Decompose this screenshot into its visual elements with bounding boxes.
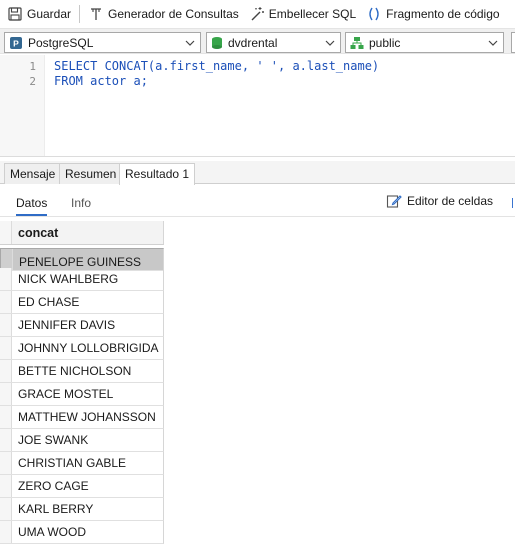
code-line[interactable]: FROM actor a; bbox=[54, 74, 148, 88]
line-number: 1 bbox=[29, 60, 36, 73]
partial-control-edge bbox=[511, 32, 515, 53]
row-header[interactable] bbox=[0, 521, 12, 543]
database-value: dvdrental bbox=[228, 35, 278, 50]
row-header[interactable] bbox=[1, 249, 13, 270]
subtab-label: Datos bbox=[16, 196, 48, 210]
row-header[interactable] bbox=[0, 337, 12, 359]
save-button[interactable]: Guardar bbox=[4, 3, 74, 25]
row-header[interactable] bbox=[0, 291, 12, 313]
table-row[interactable]: BETTE NICHOLSON bbox=[0, 360, 164, 383]
table-row[interactable]: KARL BERRY bbox=[0, 498, 164, 521]
connection-selector-bar: P PostgreSQL dvdrental public bbox=[0, 28, 515, 54]
database-icon bbox=[212, 36, 222, 49]
table-row[interactable]: JENNIFER DAVIS bbox=[0, 314, 164, 337]
chevron-down-icon bbox=[185, 40, 195, 46]
table-cell[interactable]: MATTHEW JOHANSSON bbox=[18, 410, 156, 424]
toolbar-divider bbox=[79, 5, 81, 23]
table-cell[interactable]: NICK WAHLBERG bbox=[18, 272, 118, 286]
svg-text:P: P bbox=[13, 38, 19, 48]
connection-value: PostgreSQL bbox=[28, 35, 94, 50]
beautify-sql-label: Embellecer SQL bbox=[268, 7, 357, 21]
row-header[interactable] bbox=[0, 475, 12, 497]
subtab-datos[interactable]: Datos bbox=[16, 196, 48, 216]
subtab-label: Info bbox=[71, 196, 92, 210]
schema-value: public bbox=[369, 35, 401, 50]
tab-resumen[interactable]: Resumen bbox=[59, 163, 123, 184]
tab-label: Resultado 1 bbox=[125, 167, 190, 181]
schema-icon bbox=[350, 36, 364, 49]
column-header-concat[interactable]: concat bbox=[0, 221, 164, 245]
save-icon bbox=[8, 7, 22, 21]
row-header[interactable] bbox=[0, 383, 12, 405]
table-row[interactable]: MATTHEW JOHANSSON bbox=[0, 406, 164, 429]
row-header[interactable] bbox=[0, 360, 12, 382]
row-header[interactable] bbox=[0, 429, 12, 451]
beautify-sql-button[interactable]: Embellecer SQL bbox=[246, 3, 359, 25]
code-line[interactable]: SELECT CONCAT(a.first_name, ' ', a.last_… bbox=[54, 59, 379, 73]
code-snippet-button[interactable]: Fragmento de código bbox=[363, 3, 502, 25]
table-cell[interactable]: BETTE NICHOLSON bbox=[18, 364, 131, 378]
save-label: Guardar bbox=[27, 7, 72, 21]
row-header[interactable] bbox=[0, 406, 12, 428]
table-row[interactable]: JOHNNY LOLLOBRIGIDA bbox=[0, 337, 164, 360]
table-row[interactable]: NICK WAHLBERG bbox=[0, 268, 164, 291]
table-row[interactable]: ED CHASE bbox=[0, 291, 164, 314]
table-row[interactable]: GRACE MOSTEL bbox=[0, 383, 164, 406]
sql-editor[interactable]: 1 SELECT CONCAT(a.first_name, ' ', a.last… bbox=[0, 55, 515, 157]
tab-mensaje[interactable]: Mensaje bbox=[4, 163, 62, 184]
result-subtab-bar: Datos Info Editor de celdas bbox=[0, 185, 515, 217]
result-tab-bar: Mensaje Resumen Resultado 1 bbox=[0, 161, 515, 185]
table-cell[interactable]: ZERO CAGE bbox=[18, 479, 89, 493]
row-header[interactable] bbox=[0, 498, 12, 520]
main-toolbar: Guardar Generador de Consultas Embellece… bbox=[0, 0, 515, 28]
result-grid[interactable]: concat PENELOPE GUINESS NICK WAHLBERG ED C… bbox=[0, 221, 164, 544]
table-cell[interactable]: CHRISTIAN GABLE bbox=[18, 456, 126, 470]
table-row[interactable]: ZERO CAGE bbox=[0, 475, 164, 498]
magic-wand-icon bbox=[251, 7, 264, 21]
sql-token: actor a; bbox=[82, 74, 148, 88]
table-row[interactable]: CHRISTIAN GABLE bbox=[0, 452, 164, 475]
database-select[interactable]: dvdrental bbox=[206, 32, 341, 53]
table-cell[interactable]: PENELOPE GUINESS bbox=[19, 255, 141, 269]
tab-resultado-1[interactable]: Resultado 1 bbox=[119, 163, 196, 185]
sql-keyword: SELECT bbox=[54, 59, 98, 73]
connection-select[interactable]: P PostgreSQL bbox=[4, 32, 201, 53]
chevron-down-icon bbox=[488, 40, 498, 46]
table-cell[interactable]: ED CHASE bbox=[18, 295, 79, 309]
table-cell[interactable]: JOE SWANK bbox=[18, 433, 88, 447]
sql-keyword: FROM bbox=[54, 74, 83, 88]
query-builder-icon bbox=[91, 8, 102, 20]
chevron-down-icon bbox=[325, 40, 335, 46]
sql-token: CONCAT(a.first_name, bbox=[97, 59, 257, 73]
cell-editor-button[interactable]: Editor de celdas bbox=[386, 193, 493, 209]
sql-token: , a.last_name) bbox=[278, 59, 380, 73]
table-cell[interactable]: UMA WOOD bbox=[18, 525, 86, 539]
tab-label: Mensaje bbox=[10, 167, 56, 181]
query-builder-label: Generador de Consultas bbox=[108, 7, 239, 21]
postgresql-icon: P bbox=[10, 36, 22, 49]
edit-pencil-icon bbox=[386, 195, 402, 208]
cell-editor-label: Editor de celdas bbox=[406, 194, 493, 208]
table-cell[interactable]: JENNIFER DAVIS bbox=[18, 318, 115, 332]
column-header-label: concat bbox=[18, 226, 59, 240]
subtab-info[interactable]: Info bbox=[71, 196, 91, 210]
table-row[interactable]: UMA WOOD bbox=[0, 521, 164, 544]
schema-select[interactable]: public bbox=[345, 32, 504, 53]
table-row[interactable]: JOE SWANK bbox=[0, 429, 164, 452]
table-cell[interactable]: JOHNNY LOLLOBRIGIDA bbox=[18, 341, 158, 355]
sql-string: ' ' bbox=[256, 59, 278, 73]
table-cell[interactable]: KARL BERRY bbox=[18, 502, 93, 516]
row-header-corner bbox=[0, 221, 12, 244]
table-cell[interactable]: GRACE MOSTEL bbox=[18, 387, 113, 401]
row-header[interactable] bbox=[0, 452, 12, 474]
tab-label: Resumen bbox=[65, 167, 117, 181]
code-snippet-label: Fragmento de código bbox=[386, 7, 500, 21]
line-number: 2 bbox=[29, 75, 36, 88]
row-header[interactable] bbox=[0, 314, 12, 336]
snippet-icon bbox=[369, 7, 379, 21]
query-builder-button[interactable]: Generador de Consultas bbox=[85, 3, 242, 25]
row-header[interactable] bbox=[0, 268, 12, 290]
